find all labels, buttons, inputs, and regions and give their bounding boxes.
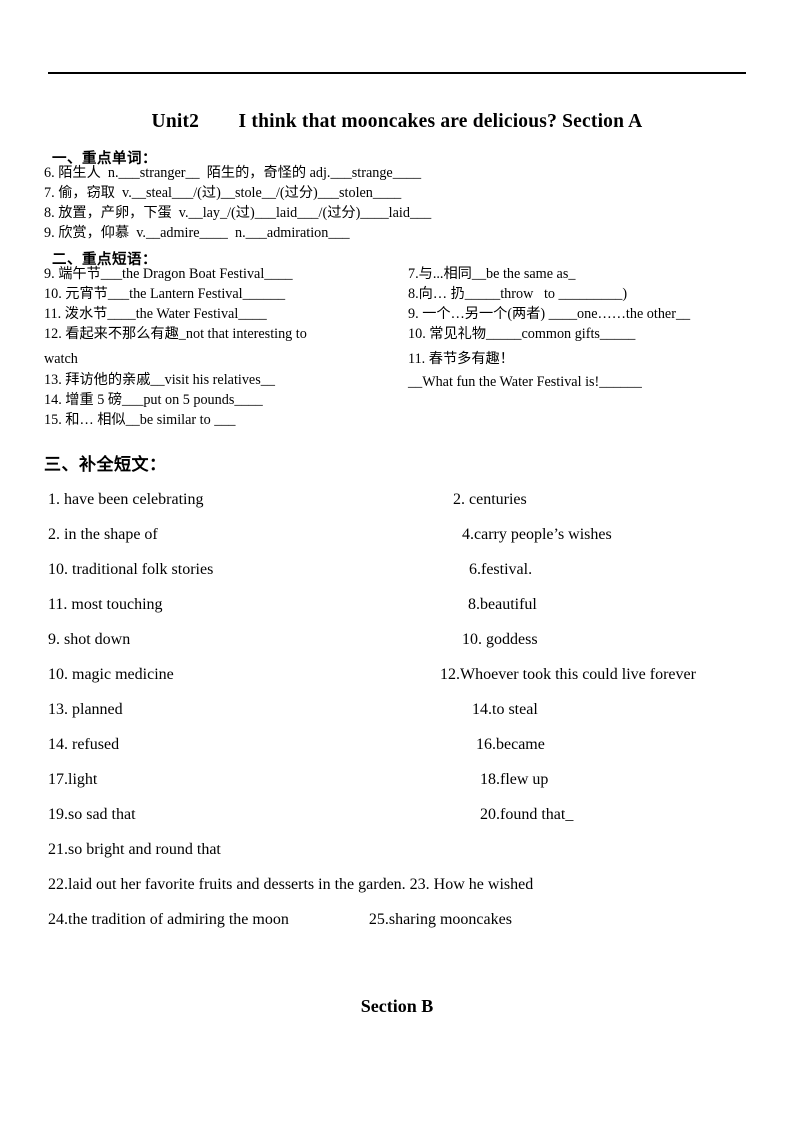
answer-item: 2. centuries	[453, 491, 527, 508]
vocabulary-line-9: 9. 欣赏，仰慕 v.__admire____ n.___admiration_…	[44, 225, 350, 241]
answer-item: 10. magic medicine	[48, 666, 174, 683]
answer-item: 9. shot down	[48, 631, 131, 648]
answer-item: 20.found that_	[480, 806, 574, 823]
answer-item: 14.to steal	[472, 701, 538, 718]
vocabulary-line-7: 7. 偷，窃取 v.__steal___/(过)__stole__/(过分)__…	[44, 185, 402, 201]
answer-item: 13. planned	[48, 701, 123, 718]
phrase-left-12-wrap: watch	[44, 351, 78, 367]
answer-item: 11. most touching	[48, 596, 163, 613]
answer-item: 6.festival.	[469, 561, 533, 578]
answer-item: 21.so bright and round that	[48, 841, 221, 858]
phrase-left-12: 12. 看起来不那么有趣_not that interesting to	[44, 326, 307, 342]
answer-item: 14. refused	[48, 736, 120, 753]
answer-item: 1. have been celebrating	[48, 491, 204, 508]
answer-item: 24.the tradition of admiring the moon 25…	[48, 911, 512, 928]
phrase-right-11-answer: __What fun the Water Festival is!______	[408, 374, 642, 390]
phrase-left-15: 15. 和… 相似__be similar to ___	[44, 412, 236, 428]
worksheet-page: Unit2 I think that mooncakes are delicio…	[0, 0, 794, 1123]
section-three-heading: 三、补全短文：	[44, 455, 167, 475]
phrase-left-10: 10. 元宵节___the Lantern Festival______	[44, 286, 286, 302]
phrase-right-10: 10. 常见礼物_____common gifts_____	[408, 326, 636, 342]
phrase-right-8: 8.向… 扔_____throw to _________)	[408, 286, 628, 302]
vocabulary-line-8: 8. 放置，产卵，下蛋 v.__lay_/(过)___laid___/(过分)_…	[44, 205, 432, 221]
phrase-left-11: 11. 泼水节____the Water Festival____	[44, 306, 267, 322]
phrase-right-11: 11. 春节多有趣！	[408, 351, 514, 367]
phrase-right-7: 7.与...相同__be the same as_	[408, 266, 576, 282]
phrase-right-9: 9. 一个…另一个(两者) ____one……the other__	[408, 306, 691, 322]
answer-item: 10. goddess	[462, 631, 538, 648]
vocabulary-line-6: 6. 陌生人 n.___stranger__ 陌生的，奇怪的 adj.___st…	[44, 165, 422, 181]
phrase-left-9: 9. 端午节___the Dragon Boat Festival____	[44, 266, 293, 282]
answer-item: 2. in the shape of	[48, 526, 158, 543]
phrase-left-14: 14. 增重 5 磅___put on 5 pounds____	[44, 392, 263, 408]
page-title: Unit2 I think that mooncakes are delicio…	[151, 111, 643, 132]
answer-item: 18.flew up	[480, 771, 549, 788]
answer-item: 4.carry people’s wishes	[462, 526, 612, 543]
answer-item: 8.beautiful	[468, 596, 537, 613]
answer-item: 16.became	[476, 736, 545, 753]
section-b-heading: Section B	[360, 996, 434, 1016]
answer-item: 17.light	[48, 771, 98, 788]
phrase-left-13: 13. 拜访他的亲戚__visit his relatives__	[44, 372, 275, 388]
answer-item: 10. traditional folk stories	[48, 561, 214, 578]
answer-item: 19.so sad that	[48, 806, 136, 823]
header-divider	[48, 72, 746, 74]
answer-item: 22.laid out her favorite fruits and dess…	[48, 876, 534, 893]
answer-item: 12.Whoever took this could live forever	[440, 666, 696, 683]
